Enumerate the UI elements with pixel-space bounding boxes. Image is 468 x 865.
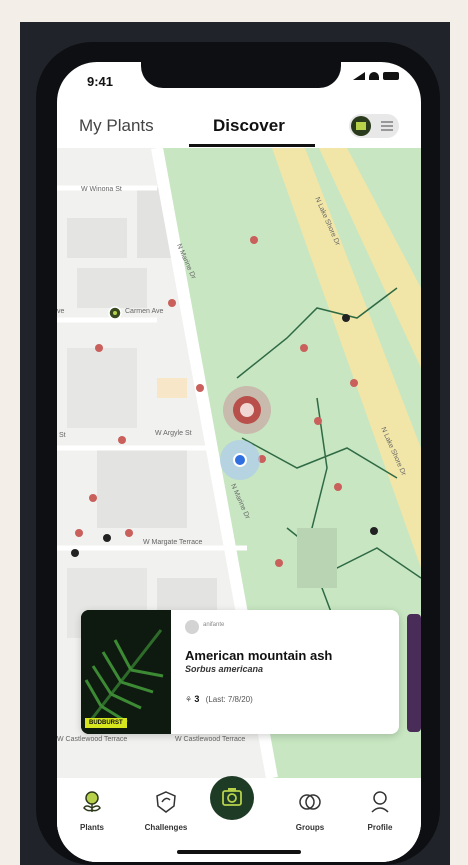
plant-marker[interactable] (350, 379, 358, 387)
status-time: 9:41 (87, 74, 114, 89)
plant-marker-dark[interactable] (103, 534, 111, 542)
plant-common-name: American mountain ash (185, 648, 333, 663)
plant-marker-dark[interactable] (342, 314, 350, 322)
observation-meta: ⚘ 3 (Last: 7/8/20) (185, 694, 253, 704)
street-label: W Winona St (81, 186, 122, 193)
plant-card[interactable]: BUDBURST anifante American mountain ash … (81, 610, 399, 734)
app-screen: 9:41 My Plants Discover W Winona St N Ma… (57, 62, 421, 862)
plant-marker[interactable] (168, 299, 176, 307)
status-icons (353, 72, 399, 80)
plant-scientific-name: Sorbus americana (185, 664, 264, 674)
plant-marker-dark[interactable] (71, 549, 79, 557)
observation-count: 3 (194, 694, 200, 704)
plant-marker[interactable] (125, 529, 133, 537)
nav-profile[interactable]: Profile (345, 790, 415, 832)
shield-icon (156, 791, 176, 813)
user-avatar (185, 620, 199, 634)
nav-groups[interactable]: Groups (275, 790, 345, 832)
nav-challenges-label: Challenges (144, 823, 188, 832)
tab-discover[interactable]: Discover (213, 116, 285, 136)
fern-image (81, 610, 171, 734)
nav-plants[interactable]: Plants (57, 790, 127, 832)
plant-marker[interactable] (300, 344, 308, 352)
plant-marker[interactable] (334, 483, 342, 491)
plant-marker[interactable] (196, 384, 204, 392)
street-label: ve (57, 308, 65, 315)
battery-icon (383, 72, 399, 80)
street-label: Carmen Ave (125, 308, 164, 315)
username: anifante (203, 622, 225, 628)
nav-profile-label: Profile (367, 823, 393, 832)
plant-marker[interactable] (95, 344, 103, 352)
active-tab-indicator (189, 144, 315, 147)
next-plant-card[interactable] (407, 614, 421, 732)
map-view-icon[interactable] (351, 116, 371, 136)
sprout-icon: ⚘ (185, 695, 193, 704)
user-location-dot (233, 453, 247, 467)
top-tabs: My Plants Discover (57, 108, 421, 148)
plant-marker[interactable] (250, 236, 258, 244)
plant-photo: BUDBURST (81, 610, 171, 734)
street-label: W Margate Terrace (143, 539, 203, 546)
plant-marker[interactable] (75, 529, 83, 537)
plants-icon (83, 791, 101, 812)
street-label: W Castlewood Terrace (57, 736, 128, 743)
wifi-icon (369, 72, 379, 80)
budburst-badge: BUDBURST (85, 718, 127, 728)
signal-icon (353, 72, 365, 80)
list-view-icon[interactable] (381, 121, 393, 131)
view-toggle[interactable] (349, 114, 399, 138)
nav-groups-label: Groups (295, 823, 325, 832)
plant-marker[interactable] (118, 436, 126, 444)
plant-marker[interactable] (89, 494, 97, 502)
camera-button[interactable] (210, 776, 254, 820)
groups-icon (299, 794, 321, 810)
plant-marker[interactable] (314, 417, 322, 425)
nav-challenges[interactable]: Challenges (131, 790, 201, 832)
last-observed: (Last: 7/8/20) (205, 695, 253, 704)
nav-plants-label: Plants (79, 823, 104, 832)
street-label: St (59, 432, 66, 439)
tab-my-plants[interactable]: My Plants (79, 116, 154, 136)
street-label: W Argyle St (155, 430, 192, 437)
camera-icon (222, 788, 242, 806)
plant-marker-dark[interactable] (370, 527, 378, 535)
profile-icon (371, 791, 389, 813)
home-indicator (177, 850, 301, 854)
street-label: W Castlewood Terrace (175, 736, 246, 743)
phone-notch (141, 62, 341, 88)
plant-marker[interactable] (275, 559, 283, 567)
